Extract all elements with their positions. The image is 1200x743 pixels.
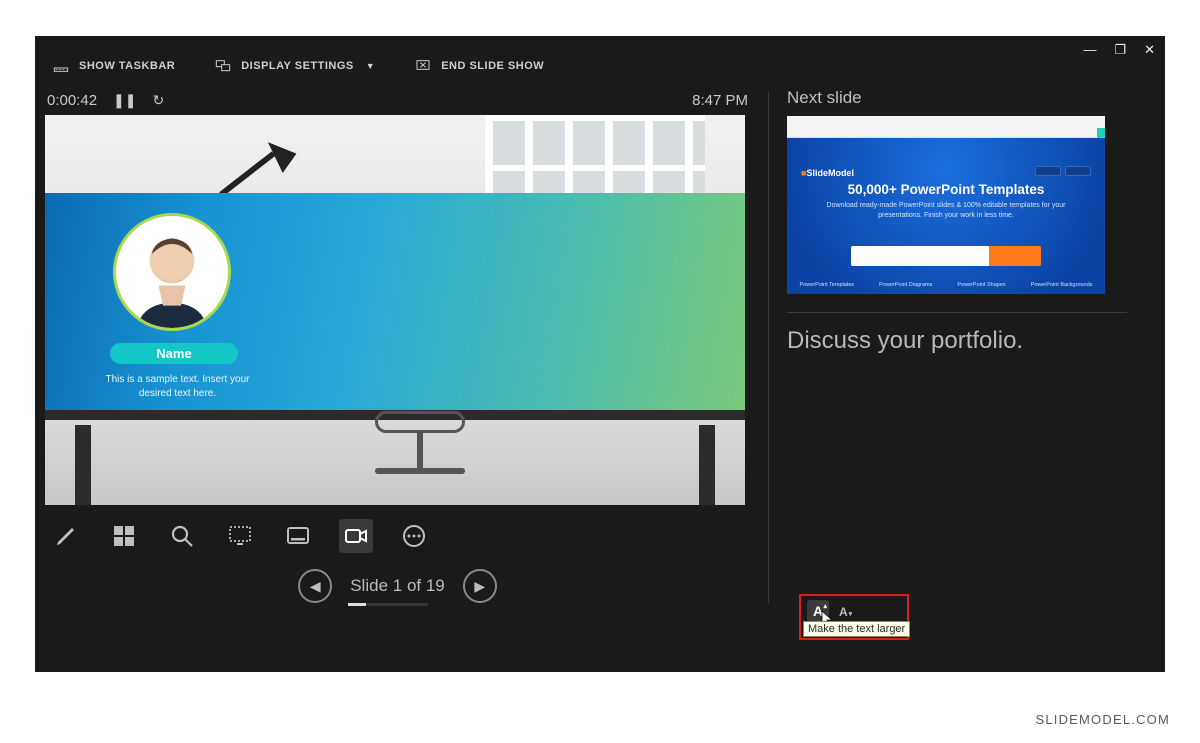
make-text-smaller-button[interactable]: A [839,605,852,619]
previous-slide-button[interactable]: ◀ [298,569,332,603]
reset-timer-button[interactable]: ↻ [153,92,165,109]
top-toolbar: SHOW TASKBAR DISPLAY SETTINGS ▼ END SLID… [35,36,1165,84]
slidemodel-logo: ■SlideModel [801,168,854,178]
taskbar-icon [53,58,69,74]
pause-timer-button[interactable]: ❚❚ [113,92,136,109]
dropdown-caret-icon: ▼ [366,61,375,71]
search-bar [851,246,1041,266]
pen-tool[interactable] [49,519,83,553]
watermark: SLIDEMODEL.COM [1035,712,1170,727]
subtitles-button[interactable] [281,519,315,553]
more-options-button[interactable] [397,519,431,553]
end-show-icon [415,58,431,74]
display-settings-button[interactable]: DISPLAY SETTINGS ▼ [215,58,375,74]
slide-counter: Slide 1 of 19 [350,576,445,596]
header-buttons [1035,166,1091,176]
speaker-notes: Discuss your portfolio. [787,327,1148,355]
black-screen-button[interactable] [223,519,257,553]
chair-graphic [365,405,475,505]
clock-time: 8:47 PM [692,92,748,109]
restore-button[interactable]: ❐ [1114,42,1126,58]
next-slide-button[interactable]: ▶ [463,569,497,603]
category-links: PowerPoint Templates PowerPoint Diagrams… [787,282,1105,288]
elapsed-timer: 0:00:42 [47,92,97,109]
show-taskbar-button[interactable]: SHOW TASKBAR [53,58,175,74]
display-settings-label: DISPLAY SETTINGS [241,60,354,72]
zoom-button[interactable] [165,519,199,553]
divider [787,312,1127,313]
browser-chrome [787,116,1105,138]
slide-navigation: ◀ Slide 1 of 19 ▶ [45,559,750,603]
end-slide-show-button[interactable]: END SLIDE SHOW [415,58,544,74]
next-slide-header: Next slide [787,88,1148,108]
make-text-larger-button[interactable]: A [807,600,829,622]
see-all-slides-button[interactable] [107,519,141,553]
display-settings-icon [215,58,231,74]
close-button[interactable]: ✕ [1144,42,1155,58]
camera-button[interactable] [339,519,373,553]
font-size-controls-highlight: A A Make the text larger [799,594,909,640]
show-taskbar-label: SHOW TASKBAR [79,60,175,72]
minimize-button[interactable]: — [1083,42,1096,58]
current-slide-preview[interactable]: Self Introduction PRESENTATION TEMPLATE … [45,115,745,505]
avatar [113,213,231,331]
hero-headline: 50,000+ PowerPoint Templates [787,182,1105,197]
progress-bar [348,603,428,606]
name-label: Name [110,343,238,364]
tooltip: Make the text larger [803,621,910,637]
sample-text: This is a sample text. Insert your desir… [100,373,255,400]
end-slide-show-label: END SLIDE SHOW [441,60,544,72]
hero-subline: Download ready-made PowerPoint slides & … [815,201,1077,221]
next-slide-thumbnail[interactable]: ■SlideModel 50,000+ PowerPoint Templates… [787,116,1105,294]
presenter-view-window: — ❐ ✕ SHOW TASKBAR DISPLAY SETTINGS ▼ EN… [35,36,1165,672]
presenter-tools [45,505,750,559]
